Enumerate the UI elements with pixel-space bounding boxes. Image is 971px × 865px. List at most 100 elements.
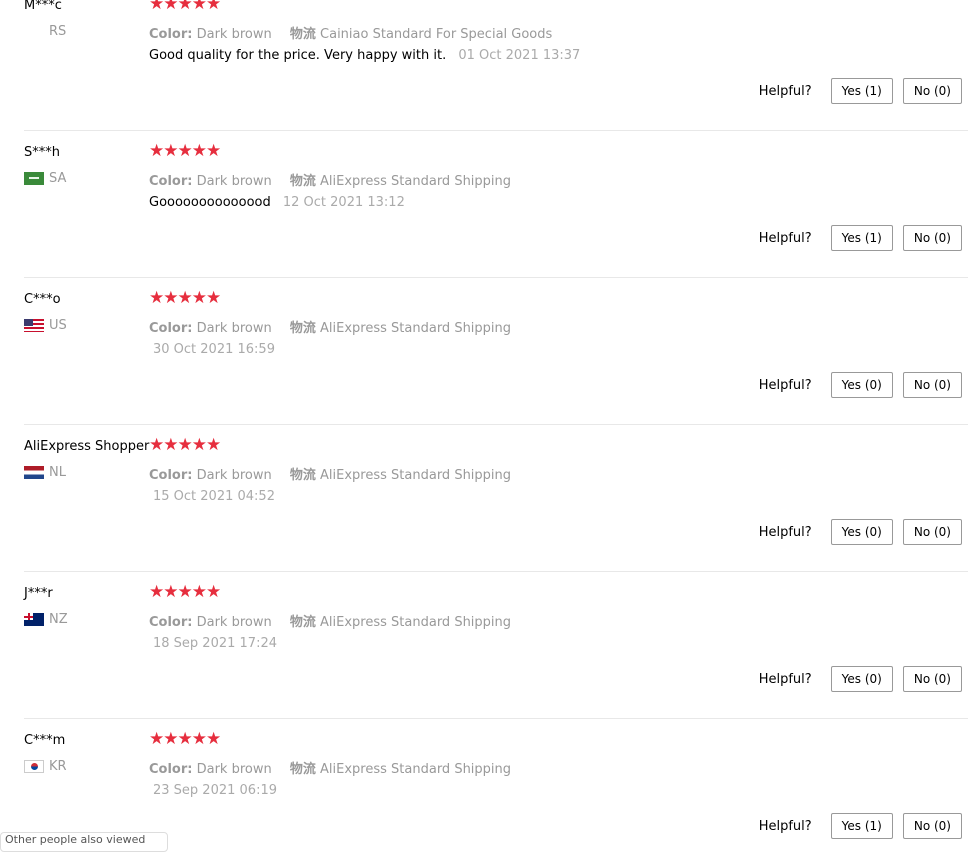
review-item: J***r NZ ★★★★★ Color: Dark brown 物流 AliE…: [24, 571, 968, 719]
reviewer-country: KR: [24, 759, 67, 774]
country-code: US: [49, 318, 67, 333]
reviewer-country: NL: [24, 465, 66, 480]
helpful-yes-button[interactable]: Yes (1): [830, 225, 893, 251]
shipping-label: 物流: [289, 468, 316, 483]
helpful-no-button[interactable]: No (0): [902, 78, 962, 104]
review-date: 12 Oct 2021 13:12: [282, 195, 405, 210]
color-value: Dark brown: [196, 27, 272, 42]
shipping-value: AliExpress Standard Shipping: [320, 468, 512, 483]
reviewer-country: US: [24, 318, 67, 333]
reviewer-name: M***c: [24, 0, 62, 13]
shipping-label: 物流: [289, 321, 316, 336]
helpful-label: Helpful?: [758, 230, 812, 246]
rating-stars: ★★★★★: [149, 435, 221, 455]
review-attributes: Color: Dark brown 物流 AliExpress Standard…: [149, 170, 525, 189]
review-attributes: Color: Dark brown 物流 AliExpress Standard…: [149, 758, 525, 777]
helpful-label: Helpful?: [758, 83, 812, 99]
reviewer-name: C***m: [24, 733, 66, 748]
helpful-controls: Helpful? Yes (1) No (0): [759, 813, 962, 839]
helpful-no-button[interactable]: No (0): [902, 225, 962, 251]
helpful-controls: Helpful? Yes (0) No (0): [759, 666, 962, 692]
reviewer-name: S***h: [24, 145, 60, 160]
helpful-controls: Helpful? Yes (0) No (0): [759, 372, 962, 398]
helpful-yes-button[interactable]: Yes (1): [830, 813, 893, 839]
review-attributes: Color: Dark brown 物流 AliExpress Standard…: [149, 611, 525, 630]
helpful-label: Helpful?: [758, 524, 812, 540]
color-label: Color:: [149, 615, 193, 630]
shipping-label: 物流: [289, 615, 316, 630]
helpful-controls: Helpful? Yes (1) No (0): [759, 225, 962, 251]
helpful-yes-button[interactable]: Yes (0): [830, 372, 893, 398]
helpful-controls: Helpful? Yes (1) No (0): [759, 78, 962, 104]
country-code: KR: [49, 759, 67, 774]
color-label: Color:: [149, 27, 193, 42]
shipping-value: Cainiao Standard For Special Goods: [320, 27, 553, 42]
shipping-label: 物流: [289, 762, 316, 777]
review-content: 18 Sep 2021 17:24: [149, 636, 277, 651]
helpful-label: Helpful?: [758, 671, 812, 687]
color-value: Dark brown: [196, 321, 272, 336]
shipping-label: 物流: [289, 27, 316, 42]
rating-stars: ★★★★★: [149, 582, 221, 602]
shipping-label: 物流: [289, 174, 316, 189]
country-code: NL: [49, 465, 66, 480]
helpful-yes-button[interactable]: Yes (0): [830, 666, 893, 692]
color-value: Dark brown: [196, 174, 272, 189]
united-states-flag-icon: [24, 319, 44, 332]
reviewer-name: J***r: [24, 586, 53, 601]
helpful-no-button[interactable]: No (0): [902, 813, 962, 839]
color-value: Dark brown: [196, 468, 272, 483]
reviewer-country: NZ: [24, 612, 68, 627]
review-date: 23 Sep 2021 06:19: [153, 783, 277, 798]
review-text: Good quality for the price. Very happy w…: [149, 48, 447, 63]
reviewer-country: SA: [24, 171, 66, 186]
helpful-yes-button[interactable]: Yes (0): [830, 519, 893, 545]
review-date: 18 Sep 2021 17:24: [153, 636, 277, 651]
review-content: Good quality for the price. Very happy w…: [149, 48, 580, 63]
review-item: M***c RS ★★★★★ Color: Dark brown 物流 Cain…: [24, 0, 968, 131]
helpful-no-button[interactable]: No (0): [902, 372, 962, 398]
reviewer-name: AliExpress Shopper: [24, 439, 150, 454]
color-value: Dark brown: [196, 615, 272, 630]
helpful-label: Helpful?: [758, 818, 812, 834]
shipping-value: AliExpress Standard Shipping: [320, 321, 512, 336]
rating-stars: ★★★★★: [149, 0, 221, 14]
rating-stars: ★★★★★: [149, 729, 221, 749]
review-content: 30 Oct 2021 16:59: [149, 342, 275, 357]
netherlands-flag-icon: [24, 466, 44, 479]
south-korea-flag-icon: [24, 760, 44, 773]
reviewer-name: C***o: [24, 292, 61, 307]
helpful-no-button[interactable]: No (0): [902, 519, 962, 545]
helpful-controls: Helpful? Yes (0) No (0): [759, 519, 962, 545]
review-item: C***o US ★★★★★ Color: Dark brown 物流 AliE…: [24, 277, 968, 425]
review-attributes: Color: Dark brown 物流 AliExpress Standard…: [149, 464, 525, 483]
country-code: NZ: [49, 612, 68, 627]
reviewer-country: RS: [24, 24, 66, 39]
helpful-label: Helpful?: [758, 377, 812, 393]
review-date: 30 Oct 2021 16:59: [153, 342, 275, 357]
review-content: 23 Sep 2021 06:19: [149, 783, 277, 798]
saudi-arabia-flag-icon: [24, 172, 44, 185]
also-viewed-panel[interactable]: Other people also viewed: [0, 832, 168, 852]
review-attributes: Color: Dark brown 物流 AliExpress Standard…: [149, 317, 525, 336]
helpful-yes-button[interactable]: Yes (1): [830, 78, 893, 104]
review-date: 01 Oct 2021 13:37: [458, 48, 581, 63]
color-label: Color:: [149, 174, 193, 189]
shipping-value: AliExpress Standard Shipping: [320, 615, 512, 630]
new-zealand-flag-icon: [24, 613, 44, 626]
country-code: RS: [49, 24, 67, 39]
rating-stars: ★★★★★: [149, 141, 221, 161]
review-text: Goooooooooooood: [149, 195, 271, 210]
color-label: Color:: [149, 321, 193, 336]
color-label: Color:: [149, 762, 193, 777]
color-value: Dark brown: [196, 762, 272, 777]
review-item: S***h SA ★★★★★ Color: Dark brown 物流 AliE…: [24, 130, 968, 278]
rating-stars: ★★★★★: [149, 288, 221, 308]
review-date: 15 Oct 2021 04:52: [153, 489, 275, 504]
review-content: Goooooooooooood 12 Oct 2021 13:12: [149, 195, 405, 210]
shipping-value: AliExpress Standard Shipping: [320, 174, 512, 189]
review-content: 15 Oct 2021 04:52: [149, 489, 275, 504]
helpful-no-button[interactable]: No (0): [902, 666, 962, 692]
review-item: AliExpress Shopper NL ★★★★★ Color: Dark …: [24, 424, 968, 572]
country-code: SA: [49, 171, 67, 186]
